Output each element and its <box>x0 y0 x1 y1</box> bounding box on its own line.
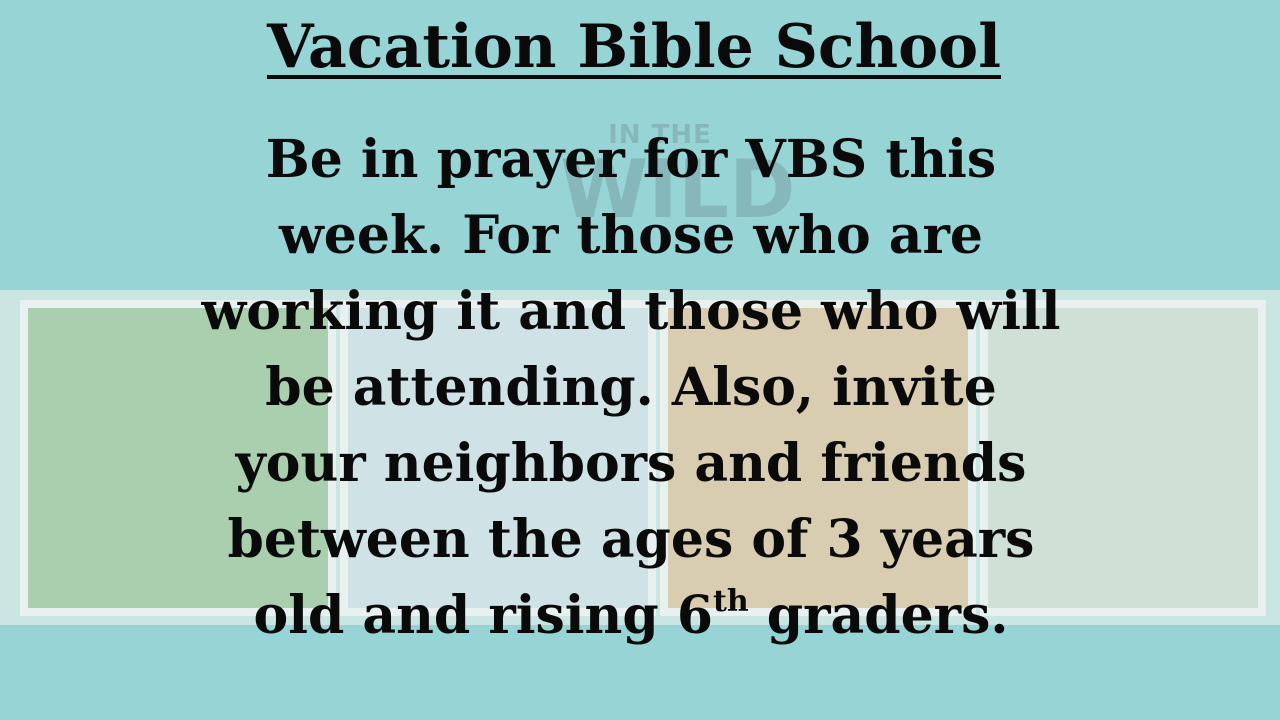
body-line: week. For those who are <box>279 205 983 266</box>
body-line: be attending. Also, invite <box>265 357 997 418</box>
last-line-start: old and rising 6 <box>253 585 714 646</box>
body-line: your neighbors and friends <box>235 433 1027 494</box>
slide-body: Be in prayer for VBS this week. For thos… <box>0 122 1262 654</box>
last-line-end: graders. <box>748 585 1009 646</box>
slide-title: Vacation Bible School <box>266 12 1001 82</box>
ordinal-superscript: th <box>713 584 749 619</box>
body-line-last: old and rising 6th graders. <box>0 578 1262 654</box>
body-line: working it and those who will <box>201 281 1061 342</box>
body-line: Be in prayer for VBS this <box>265 129 997 190</box>
body-line: between the ages of 3 years <box>227 509 1035 570</box>
